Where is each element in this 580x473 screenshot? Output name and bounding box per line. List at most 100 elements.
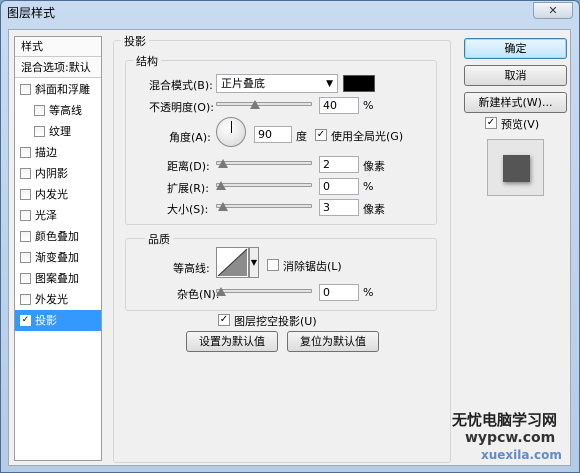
style-item-checkbox[interactable] [20,84,31,95]
distance-label: 距离(D): [167,160,210,173]
style-item-label: 投影 [35,314,57,327]
style-item-label: 光泽 [35,209,57,222]
slider-track [216,183,312,187]
style-item[interactable]: 内发光 [15,184,101,205]
dialog-body: 样式 混合选项:默认 斜面和浮雕等高线纹理描边内阴影内发光光泽颜色叠加渐变叠加图… [8,29,571,466]
style-preview-thumbnail [487,139,544,196]
style-item-label: 内发光 [35,188,68,201]
style-item[interactable]: ✓ 投影 [15,310,101,331]
style-item-label: 等高线 [49,104,82,117]
watermark-title: 无忧电脑学习网 [452,411,558,429]
contour-preview[interactable] [216,247,249,278]
title-bar[interactable]: 图层样式 ✕ [1,1,579,25]
shadow-color-swatch[interactable] [343,75,375,92]
style-item[interactable]: 描边 [15,142,101,163]
distance-input[interactable]: 2 [319,156,359,173]
contour-dropdown-icon[interactable]: ▼ [249,247,259,278]
angle-label: 角度(A): [169,131,211,144]
style-item[interactable]: 颜色叠加 [15,226,101,247]
style-item[interactable]: 等高线 [15,100,101,121]
layer-knockout-label: 图层挖空投影(U) [234,315,317,328]
style-item-label: 描边 [35,146,57,159]
quality-group [125,238,437,311]
spread-label: 扩展(R): [167,182,209,195]
slider-thumb[interactable] [216,181,226,190]
style-item[interactable]: 光泽 [15,205,101,226]
style-item-checkbox[interactable] [20,252,31,263]
watermark-domain: wypcw.com [465,430,556,446]
slider-thumb[interactable] [250,100,260,109]
checkbox-box[interactable]: ✓ [485,117,497,129]
noise-slider[interactable] [216,284,312,300]
new-style-button[interactable]: 新建样式(W)... [464,92,567,113]
angle-unit: 度 [296,130,307,143]
style-item[interactable]: 内阴影 [15,163,101,184]
window-title: 图层样式 [7,6,56,20]
angle-input[interactable]: 90 [254,126,292,143]
style-item-checkbox[interactable] [20,273,31,284]
slider-thumb[interactable] [218,202,228,211]
style-item[interactable]: 外发光 [15,289,101,310]
quality-title: 品质 [145,231,173,247]
slider-thumb[interactable] [218,159,228,168]
style-item-label: 斜面和浮雕 [35,83,90,96]
style-item-checkbox[interactable] [20,294,31,305]
use-global-light-label: 使用全局光(G) [331,130,404,143]
style-item[interactable]: 纹理 [15,121,101,142]
slider-thumb[interactable] [216,287,226,296]
reset-to-default-button[interactable]: 复位为默认值 [287,331,379,352]
ok-button[interactable]: 确定 [464,38,567,59]
style-item-label: 颜色叠加 [35,230,79,243]
slider-track [216,102,312,106]
blend-mode-label: 混合模式(B): [149,79,213,92]
spread-input[interactable]: 0 [319,178,359,195]
cancel-button[interactable]: 取消 [464,65,567,86]
style-item-checkbox[interactable] [20,231,31,242]
structure-title: 结构 [133,53,161,69]
preview-square [503,155,530,182]
spread-slider[interactable] [216,178,312,194]
opacity-unit: % [363,99,374,112]
style-item-label: 纹理 [49,125,71,138]
slider-track [216,289,312,293]
noise-input[interactable]: 0 [319,284,359,301]
angle-needle [231,121,232,133]
styles-header[interactable]: 样式 [15,37,101,57]
style-item-label: 渐变叠加 [35,251,79,264]
style-item-checkbox[interactable] [34,105,45,116]
styles-list: 样式 混合选项:默认 斜面和浮雕等高线纹理描边内阴影内发光光泽颜色叠加渐变叠加图… [14,36,102,461]
contour-curve-icon [217,248,248,277]
size-input[interactable]: 3 [319,199,359,216]
close-button[interactable]: ✕ [533,2,573,19]
dropdown-arrow-icon: ▼ [326,79,333,89]
style-item-checkbox[interactable] [20,189,31,200]
slider-track [216,204,312,208]
blend-mode-select[interactable]: 正片叠底 ▼ [216,74,338,93]
anti-aliased-label: 消除锯齿(L) [283,260,342,273]
style-item-checkbox[interactable] [34,126,45,137]
style-item[interactable]: 图案叠加 [15,268,101,289]
style-item-checkbox[interactable] [20,168,31,179]
size-slider[interactable] [216,199,312,215]
distance-unit: 像素 [363,160,385,173]
watermark-secondary-domain: xuexila.com [481,448,562,462]
style-item[interactable]: 渐变叠加 [15,247,101,268]
spread-unit: % [363,180,374,193]
style-item[interactable]: 斜面和浮雕 [15,79,101,100]
noise-unit: % [363,286,374,299]
angle-dial[interactable] [216,117,246,147]
style-item-label: 图案叠加 [35,272,79,285]
make-default-button[interactable]: 设置为默认值 [186,331,278,352]
checkbox-box[interactable]: ✓ [315,129,327,141]
style-item-checkbox[interactable]: ✓ [20,315,31,326]
size-label: 大小(S): [167,203,209,216]
opacity-input[interactable]: 40 [319,97,359,114]
opacity-slider[interactable] [216,97,312,113]
noise-label: 杂色(N): [177,288,220,301]
distance-slider[interactable] [216,156,312,172]
checkbox-box[interactable] [267,259,279,271]
style-item-checkbox[interactable] [20,147,31,158]
blending-options-item[interactable]: 混合选项:默认 [15,58,101,78]
style-item-checkbox[interactable] [20,210,31,221]
checkbox-box[interactable]: ✓ [218,314,230,326]
